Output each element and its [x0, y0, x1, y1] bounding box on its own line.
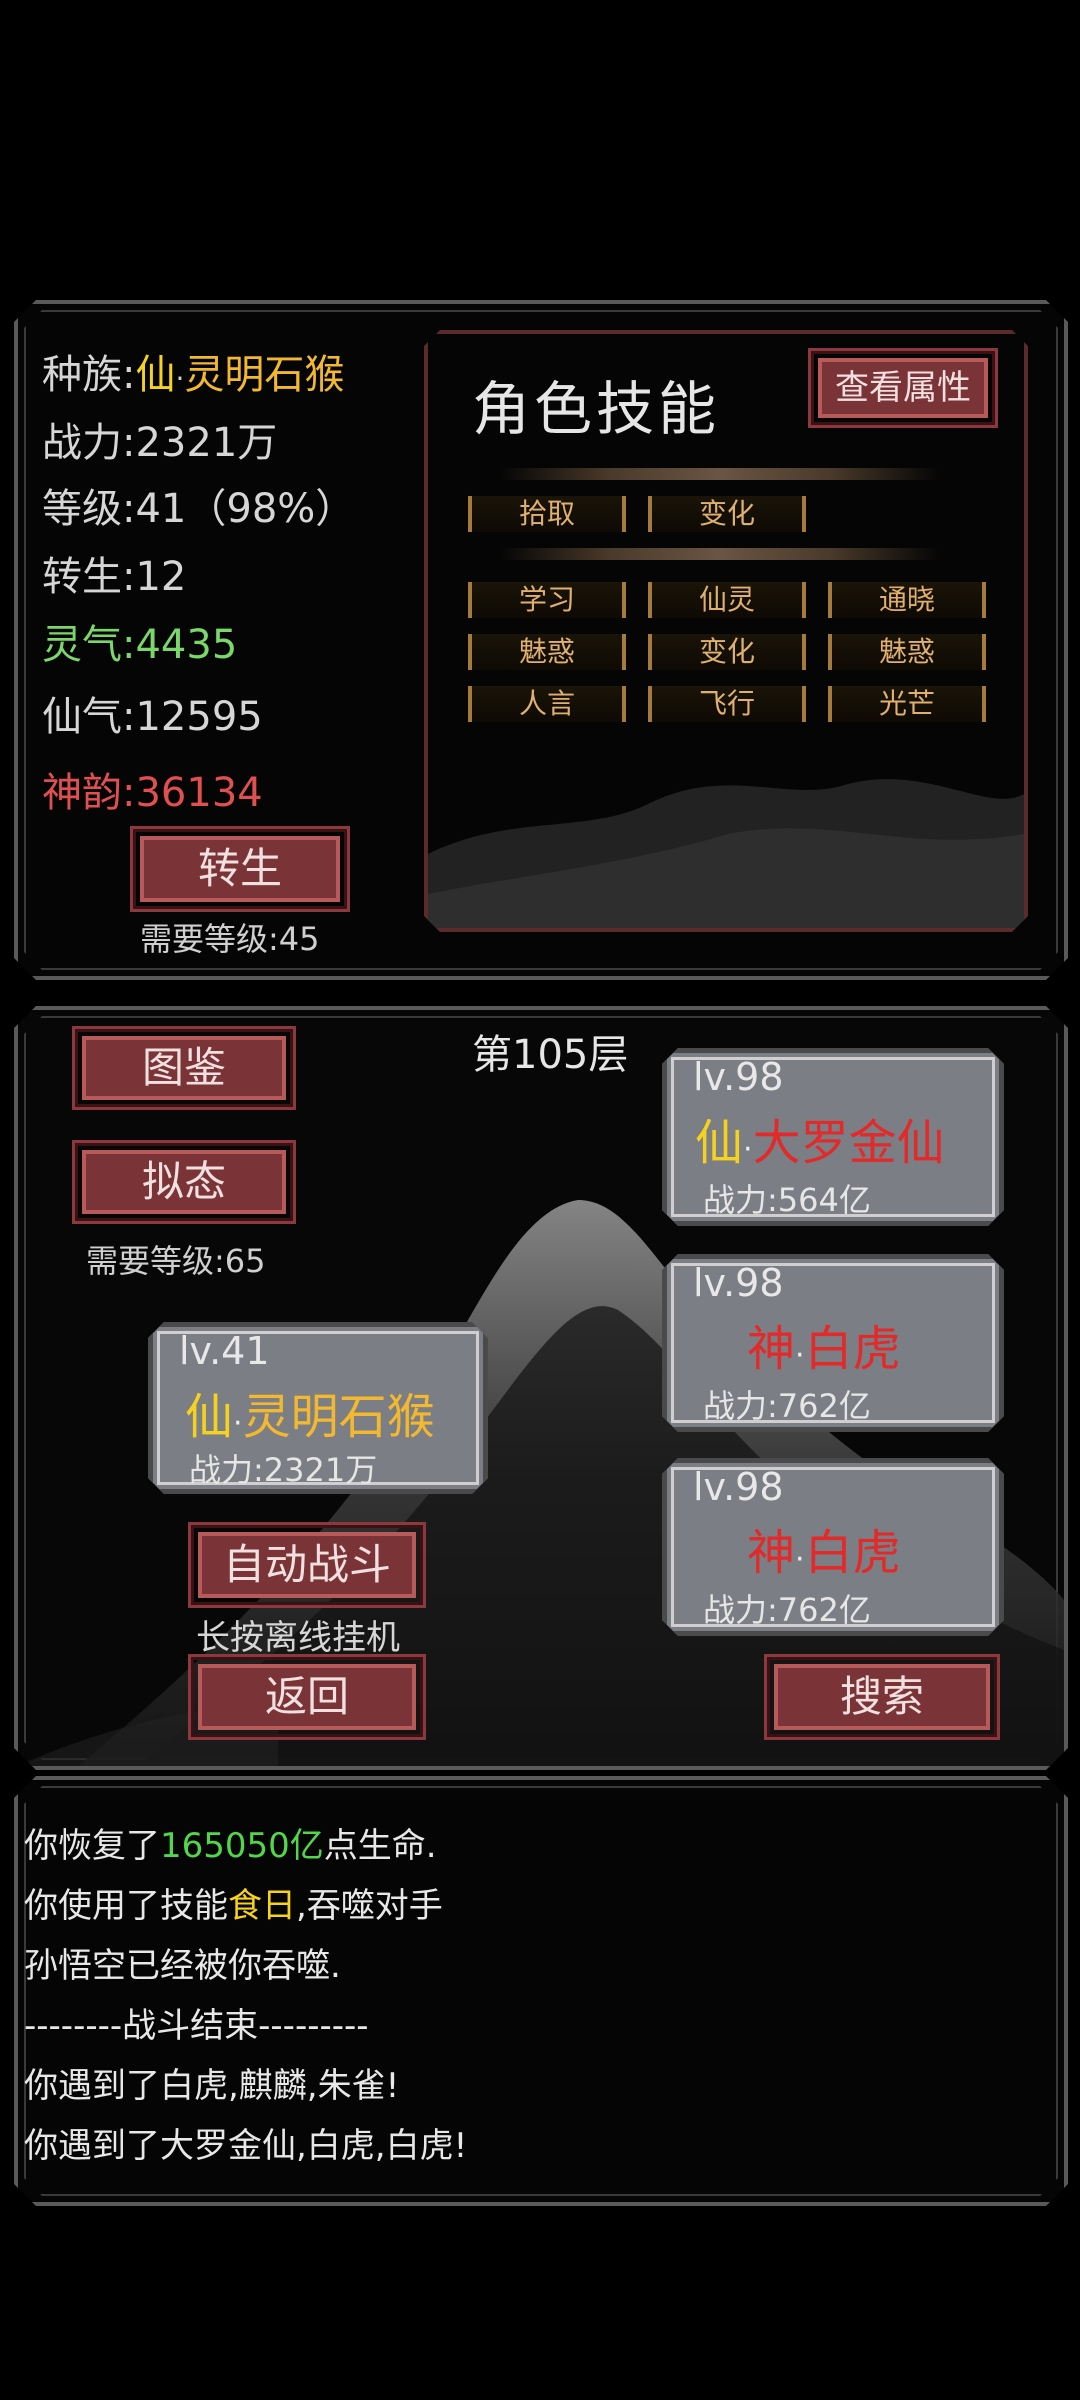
log-1-heal-amount: 165050亿 [160, 1826, 324, 1866]
player-card[interactable]: lv.41 仙·灵明石猴 战力:2321万 [148, 1322, 488, 1494]
mimic-button-label: 拟态 [141, 1157, 226, 1206]
skill-speech[interactable]: 人言 [468, 686, 626, 722]
floor-label: 第105层 [472, 1032, 629, 1078]
enemy-1-prefix: 仙 [695, 1115, 744, 1171]
back-button-label: 返回 [264, 1672, 349, 1721]
view-attributes-label: 查看属性 [835, 368, 971, 408]
mimic-button[interactable]: 拟态 [72, 1140, 296, 1224]
back-button[interactable]: 返回 [188, 1654, 426, 1740]
enemy-card-3[interactable]: lv.98 神·白虎 战力:762亿 [662, 1458, 1004, 1636]
enemy-card-1[interactable]: lv.98 仙·大罗金仙 战力:564亿 [662, 1048, 1004, 1226]
enemy-2-level: lv.98 [693, 1261, 784, 1305]
log-line-2: 你使用了技能食日,吞噬对手 [24, 1878, 443, 1927]
skills-separator-mid [500, 548, 940, 560]
rebirth-button-label: 转生 [197, 844, 282, 893]
atlas-button-label: 图鉴 [141, 1043, 226, 1092]
enemy-1-race: 大罗金仙 [752, 1115, 945, 1171]
atlas-button[interactable]: 图鉴 [72, 1026, 296, 1110]
log-line-4: --------战斗结束--------- [24, 2006, 369, 2046]
skill-fly[interactable]: 飞行 [648, 686, 806, 722]
lingqi-stat: 灵气:4435 [42, 622, 238, 668]
enemy-card-2[interactable]: lv.98 神·白虎 战力:762亿 [662, 1254, 1004, 1432]
enemy-2-name: 神·白虎 [747, 1309, 901, 1379]
enemy-2-dot: · [795, 1338, 805, 1373]
enemy-1-level: lv.98 [693, 1055, 784, 1099]
enemy-2-prefix: 神 [747, 1321, 796, 1377]
log-1-a: 你恢复了 [24, 1826, 160, 1866]
view-attributes-button[interactable]: 查看属性 [808, 348, 998, 428]
rebirth-requirement: 需要等级:45 [140, 920, 320, 958]
rebirth-button[interactable]: 转生 [130, 826, 350, 912]
rebirth-count-stat: 转生:12 [42, 554, 187, 600]
log-2-a: 你使用了技能 [24, 1886, 228, 1926]
player-name: 仙·灵明石猴 [185, 1377, 435, 1447]
race-name: 灵明石猴 [184, 352, 345, 398]
auto-battle-button[interactable]: 自动战斗 [188, 1522, 426, 1608]
race-label: 种族: [42, 352, 136, 398]
enemy-2-power: 战力:762亿 [703, 1387, 871, 1425]
enemy-3-power: 战力:762亿 [703, 1591, 871, 1629]
race-stat: 种族:仙·灵明石猴 [42, 342, 344, 400]
skill-radiance[interactable]: 光芒 [828, 686, 986, 722]
skill-pickup[interactable]: 拾取 [468, 496, 626, 532]
enemy-3-name: 神·白虎 [747, 1513, 901, 1583]
mimic-requirement: 需要等级:65 [86, 1242, 266, 1280]
race-prefix: 仙 [135, 352, 176, 398]
skill-tongxiao[interactable]: 通晓 [828, 582, 986, 618]
log-2-c: ,吞噬对手 [296, 1886, 443, 1926]
search-button-label: 搜索 [839, 1672, 924, 1721]
skill-transform-2[interactable]: 变化 [648, 634, 806, 670]
log-line-3: 孙悟空已经被你吞噬. [24, 1946, 341, 1986]
enemy-1-dot: · [743, 1132, 753, 1167]
skill-xianling[interactable]: 仙灵 [648, 582, 806, 618]
player-level: lv.41 [179, 1329, 270, 1373]
skills-title: 角色技能 [472, 375, 721, 443]
skill-learn[interactable]: 学习 [468, 582, 626, 618]
enemy-1-name: 仙·大罗金仙 [695, 1103, 945, 1173]
log-line-1: 你恢复了165050亿点生命. [24, 1818, 437, 1867]
enemy-1-power: 战力:564亿 [703, 1181, 871, 1219]
player-prefix: 仙 [185, 1389, 234, 1445]
player-power: 战力:2321万 [189, 1451, 378, 1489]
offline-hint: 长按离线挂机 [196, 1618, 400, 1658]
log-2-skill: 食日 [228, 1886, 296, 1926]
skills-separator-top [500, 468, 940, 480]
enemy-3-dot: · [795, 1542, 805, 1577]
player-race: 灵明石猴 [242, 1389, 435, 1445]
search-button[interactable]: 搜索 [764, 1654, 1000, 1740]
shenyun-stat: 神韵:36134 [42, 770, 263, 816]
enemy-3-prefix: 神 [747, 1525, 796, 1581]
log-line-6: 你遇到了大罗金仙,白虎,白虎! [24, 2126, 468, 2166]
log-line-5: 你遇到了白虎,麒麟,朱雀! [24, 2066, 400, 2106]
xianqi-stat: 仙气:12595 [42, 694, 263, 740]
skill-charm-2[interactable]: 魅惑 [828, 634, 986, 670]
level-stat: 等级:41（98%） [42, 486, 356, 532]
player-dot: · [233, 1406, 243, 1441]
skill-transform[interactable]: 变化 [648, 496, 806, 532]
power-stat: 战力:2321万 [42, 420, 278, 466]
skill-charm[interactable]: 魅惑 [468, 634, 626, 670]
enemy-3-race: 白虎 [804, 1525, 901, 1581]
auto-battle-label: 自动战斗 [222, 1540, 391, 1589]
log-1-c: 点生命. [323, 1826, 437, 1866]
enemy-2-race: 白虎 [804, 1321, 901, 1377]
enemy-3-level: lv.98 [693, 1465, 784, 1509]
